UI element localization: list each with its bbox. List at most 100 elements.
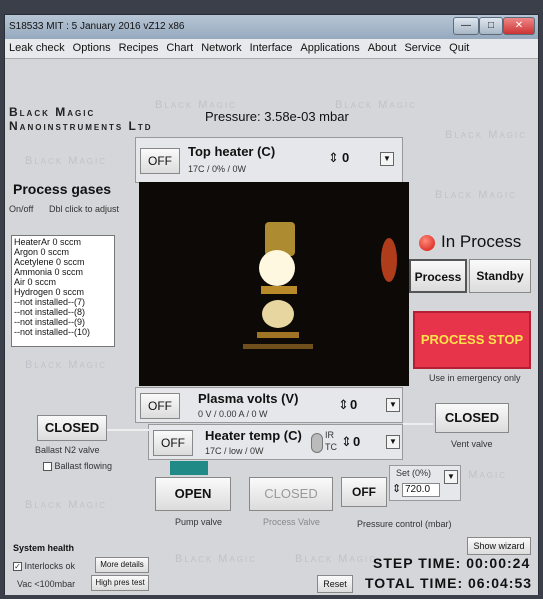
menu-recipes[interactable]: Recipes bbox=[115, 39, 163, 57]
brand-line-1: Black Magic bbox=[9, 105, 96, 119]
list-item[interactable]: Hydrogen 0 sccm bbox=[14, 287, 112, 297]
pipe-line bbox=[105, 429, 149, 431]
chamber-image bbox=[139, 182, 409, 386]
watermark: Black Magic bbox=[435, 189, 518, 201]
top-heater-readout: 17C / 0% / 0W bbox=[188, 164, 247, 174]
watermark: Black Magic bbox=[295, 553, 378, 565]
vent-valve-button[interactable]: CLOSED bbox=[435, 403, 509, 433]
interlocks-row: ✓ Interlocks ok bbox=[13, 561, 76, 572]
brand-line-2: Nanoinstruments Ltd bbox=[9, 119, 153, 133]
list-item[interactable]: --not installed--(8) bbox=[14, 307, 112, 317]
process-valve-caption: Process Valve bbox=[263, 517, 320, 527]
process-stop-button[interactable]: PROCESS STOP bbox=[413, 311, 531, 369]
window-title: S18533 MIT : 5 January 2016 vZ12 x86 bbox=[9, 21, 185, 32]
gases-hint-adjust: Dbl click to adjust bbox=[49, 204, 120, 214]
gases-hint-onoff: On/off bbox=[9, 204, 34, 214]
title-bar: S18533 MIT : 5 January 2016 vZ12 x86 — □… bbox=[5, 15, 538, 39]
pump-line-indicator bbox=[170, 461, 208, 475]
pressure-control-toggle[interactable]: OFF bbox=[341, 477, 387, 507]
ballast-valve-button[interactable]: CLOSED bbox=[37, 415, 107, 441]
chevron-down-icon[interactable]: ▼ bbox=[386, 398, 400, 412]
high-pres-test-button[interactable]: High pres test bbox=[91, 575, 149, 591]
interlocks-checkbox: ✓ bbox=[13, 562, 22, 572]
close-icon[interactable]: ✕ bbox=[503, 17, 535, 35]
vac-label: Vac <100mbar bbox=[17, 579, 76, 589]
list-item[interactable]: --not installed--(9) bbox=[14, 317, 112, 327]
menu-leak-check[interactable]: Leak check bbox=[5, 39, 69, 57]
list-item[interactable]: Argon 0 sccm bbox=[14, 247, 112, 257]
list-item[interactable]: --not installed--(10) bbox=[14, 327, 112, 337]
menu-applications[interactable]: Applications bbox=[296, 39, 363, 57]
process-button[interactable]: Process bbox=[409, 259, 467, 293]
heater-temp-toggle[interactable]: OFF bbox=[153, 430, 193, 456]
vent-caption: Vent valve bbox=[451, 439, 493, 449]
process-gases-title: Process gases bbox=[13, 181, 112, 197]
chevron-down-icon[interactable]: ▼ bbox=[380, 152, 394, 166]
list-item[interactable]: HeaterAr 0 sccm bbox=[14, 237, 112, 247]
sensor-ir-label: IR bbox=[325, 430, 334, 440]
top-heater-value[interactable]: 0 bbox=[342, 150, 349, 165]
menu-quit[interactable]: Quit bbox=[445, 39, 473, 57]
watermark: Black Magic bbox=[25, 359, 108, 371]
top-heater-toggle[interactable]: OFF bbox=[140, 148, 180, 174]
reset-button[interactable]: Reset bbox=[317, 575, 353, 593]
standby-button[interactable]: Standby bbox=[469, 259, 531, 293]
heater-temp-panel: OFF Heater temp (C) 17C / low / 0W IR TC… bbox=[148, 424, 403, 460]
plasma-value[interactable]: 0 bbox=[350, 397, 357, 412]
ballast-flowing-checkbox[interactable] bbox=[43, 462, 52, 472]
stop-caption: Use in emergency only bbox=[429, 373, 521, 383]
process-valve-button[interactable]: CLOSED bbox=[249, 477, 333, 511]
more-details-button[interactable]: More details bbox=[95, 557, 149, 573]
chamber-camera-view bbox=[139, 182, 409, 386]
total-time: TOTAL TIME: 06:04:53 bbox=[365, 575, 533, 591]
menu-bar: Leak check Options Recipes Chart Network Inte… bbox=[5, 39, 538, 59]
chevron-down-icon[interactable]: ▼ bbox=[386, 435, 400, 449]
gas-list[interactable]: HeaterAr 0 sccm Argon 0 sccm Acetylene 0… bbox=[11, 235, 115, 347]
plasma-toggle[interactable]: OFF bbox=[140, 393, 180, 419]
step-time: STEP TIME: 00:00:24 bbox=[373, 555, 531, 571]
top-heater-spin-icon[interactable]: ⇕ bbox=[328, 150, 339, 166]
pressure-spin-icon[interactable]: ⇕ bbox=[392, 482, 401, 495]
menu-interface[interactable]: Interface bbox=[246, 39, 297, 57]
app-window: S18533 MIT : 5 January 2016 vZ12 x86 — □… bbox=[4, 14, 539, 595]
sensor-tc-label: TC bbox=[325, 442, 337, 452]
heater-temp-value[interactable]: 0 bbox=[353, 434, 360, 449]
process-status-led-icon bbox=[419, 235, 435, 251]
watermark: Black Magic bbox=[25, 499, 108, 511]
pipe-line bbox=[403, 423, 433, 425]
menu-options[interactable]: Options bbox=[69, 39, 115, 57]
ballast-caption: Ballast N2 valve bbox=[35, 445, 100, 455]
plasma-readout: 0 V / 0.00 A / 0 W bbox=[198, 409, 268, 419]
watermark: Black Magic bbox=[175, 553, 258, 565]
pump-valve-button[interactable]: OPEN bbox=[155, 477, 231, 511]
list-item[interactable]: --not installed--(7) bbox=[14, 297, 112, 307]
menu-network[interactable]: Network bbox=[197, 39, 245, 57]
list-item[interactable]: Ammonia 0 sccm bbox=[14, 267, 112, 277]
plasma-title: Plasma volts (V) bbox=[198, 391, 299, 406]
list-item[interactable]: Acetylene 0 sccm bbox=[14, 257, 112, 267]
heater-temp-readout: 17C / low / 0W bbox=[205, 446, 264, 456]
pump-caption: Pump valve bbox=[175, 517, 223, 527]
process-status-label: In Process bbox=[441, 232, 522, 251]
pressure-setpoint-input[interactable]: 720.0 bbox=[402, 483, 440, 497]
watermark: Black Magic bbox=[25, 155, 108, 167]
pressure-set-label: Set (0%) bbox=[396, 468, 432, 478]
ballast-flowing-label: Ballast flowing bbox=[54, 461, 113, 471]
menu-about[interactable]: About bbox=[364, 39, 401, 57]
maximize-icon[interactable]: □ bbox=[479, 17, 503, 35]
heater-temp-spin-icon[interactable]: ⇕ bbox=[341, 434, 352, 450]
pressure-readout: Pressure: 3.58e-03 mbar bbox=[205, 109, 349, 124]
main-content: Black Magic Black Magic Black Magic Blac… bbox=[5, 59, 538, 595]
sensor-switch[interactable] bbox=[311, 433, 323, 453]
heater-temp-title: Heater temp (C) bbox=[205, 428, 302, 443]
ballast-flowing-row: Ballast flowing bbox=[43, 461, 113, 472]
menu-chart[interactable]: Chart bbox=[162, 39, 197, 57]
list-item[interactable]: Air 0 sccm bbox=[14, 277, 112, 287]
minimize-icon[interactable]: — bbox=[453, 17, 479, 35]
plasma-spin-icon[interactable]: ⇕ bbox=[338, 397, 349, 413]
chevron-down-icon[interactable]: ▼ bbox=[444, 470, 458, 484]
show-wizard-button[interactable]: Show wizard bbox=[467, 537, 531, 555]
interlocks-label: Interlocks ok bbox=[24, 561, 76, 571]
top-heater-title: Top heater (C) bbox=[188, 144, 276, 159]
menu-service[interactable]: Service bbox=[400, 39, 445, 57]
